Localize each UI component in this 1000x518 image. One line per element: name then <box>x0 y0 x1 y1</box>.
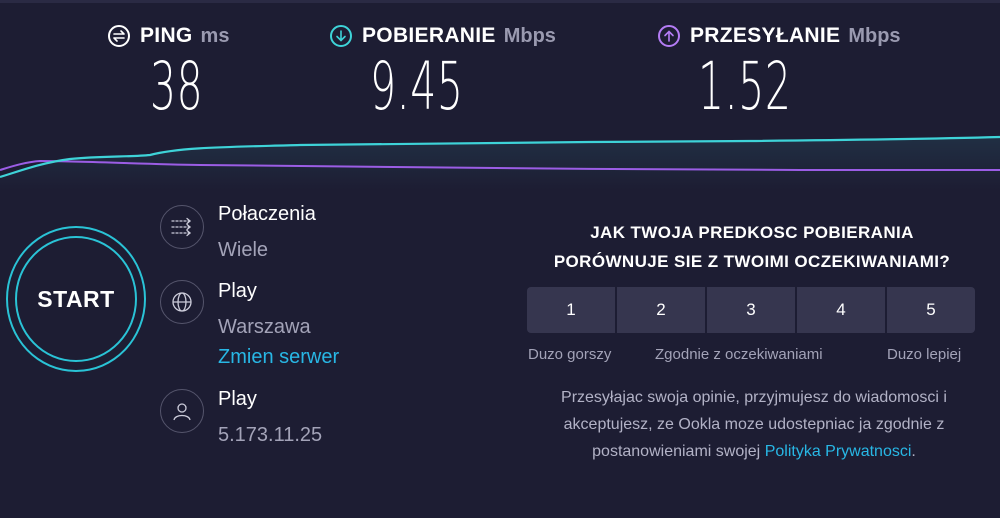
speed-graph <box>0 135 1000 190</box>
download-unit: Mbps <box>503 24 556 47</box>
download-metric: POBIERANIE Mbps 9.45 <box>330 22 556 120</box>
ping-icon <box>108 25 130 47</box>
disclaimer-period: . <box>911 443 916 460</box>
change-server-link[interactable]: Zmien serwer <box>218 346 339 369</box>
rating-button-5[interactable]: 5 <box>887 287 975 333</box>
survey-question: JAK TWOJA PREDKOSC POBIERANIA PORÓWNUJE … <box>520 218 984 276</box>
user-icon <box>160 389 204 433</box>
rating-button-4[interactable]: 4 <box>797 287 885 333</box>
connections-title: Połaczenia <box>218 203 316 225</box>
upload-arrow-icon <box>658 25 680 47</box>
connections-value: Wiele <box>218 239 269 261</box>
ping-value: 38 <box>150 48 204 125</box>
survey-question-line1: JAK TWOJA PREDKOSC POBIERANIA <box>590 223 914 242</box>
scale-low-label: Duzo gorszy <box>528 346 612 363</box>
top-divider <box>0 0 1000 3</box>
globe-icon <box>160 280 204 324</box>
privacy-policy-link[interactable]: Polityka Prywatnosci <box>765 443 912 460</box>
upload-value: 1.52 <box>698 48 792 125</box>
server-title: Play <box>218 280 257 302</box>
scale-high-label: Duzo lepiej <box>887 346 962 363</box>
rating-button-1[interactable]: 1 <box>527 287 615 333</box>
ping-label: PING <box>140 24 193 47</box>
rating-button-3[interactable]: 3 <box>707 287 795 333</box>
ping-metric: PING ms 38 <box>108 22 230 120</box>
rating-scale: 1 2 3 4 5 <box>527 287 975 333</box>
upload-label: PRZESYŁANIE <box>690 24 841 47</box>
rating-button-2[interactable]: 2 <box>617 287 705 333</box>
survey-question-line2: PORÓWNUJE SIE Z TWOIMI OCZEKIWANIAMI? <box>553 252 951 271</box>
upload-metric: PRZESYŁANIE Mbps 1.52 <box>658 22 901 120</box>
upload-unit: Mbps <box>848 24 901 47</box>
survey-disclaimer: Przesyłajac swoja opinie, przyjmujesz do… <box>526 384 982 465</box>
ping-unit: ms <box>200 24 230 47</box>
start-button-inner[interactable]: START <box>15 236 137 362</box>
start-label: START <box>37 285 115 312</box>
download-arrow-icon <box>330 25 352 47</box>
provider-title: Play <box>218 388 257 410</box>
provider-ip: 5.173.11.25 <box>218 424 323 446</box>
scale-mid-label: Zgodnie z oczekiwaniami <box>655 346 823 363</box>
download-label: POBIERANIE <box>362 24 496 47</box>
connections-arrows-icon <box>160 205 204 249</box>
download-value: 9.45 <box>370 48 464 125</box>
server-location: Warszawa <box>218 316 311 338</box>
start-button[interactable]: START <box>6 226 146 372</box>
